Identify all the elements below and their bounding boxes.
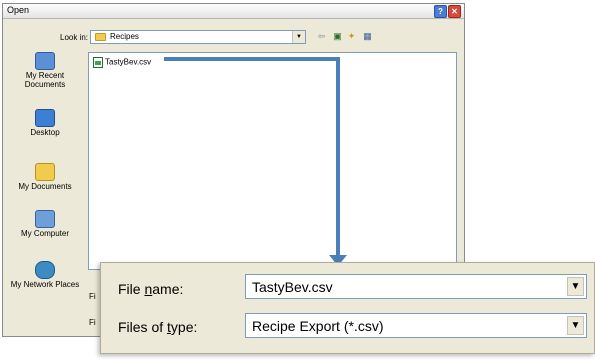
callout-line (164, 57, 339, 61)
file-name-label: File name: (118, 281, 184, 297)
file-type-label: Files of type: (118, 319, 198, 335)
places-bar: My Recent Documents Desktop My Documents… (8, 52, 82, 332)
zoomed-file-fields: File name: TastyBev.csv ▼ Files of type:… (100, 262, 595, 354)
folder-icon (95, 33, 106, 41)
file-list[interactable]: TastyBev.csv (88, 52, 457, 270)
callout-line (336, 57, 340, 257)
file-name-label-partial: Fi (89, 292, 96, 301)
chevron-down-icon[interactable]: ▼ (567, 277, 584, 296)
chevron-down-icon[interactable]: ▼ (567, 316, 584, 335)
file-type-dropdown[interactable]: Recipe Export (*.csv) ▼ (245, 313, 587, 338)
file-type-value: Recipe Export (*.csv) (252, 318, 384, 334)
dialog-toolbar: ⇦ ▣ ✦ ▦ (316, 31, 396, 43)
my-documents-icon (35, 163, 55, 181)
place-label: My Network Places (10, 280, 80, 289)
place-label: Desktop (30, 128, 60, 137)
look-in-value: Recipes (110, 32, 139, 41)
chevron-down-icon[interactable]: ▼ (292, 31, 305, 43)
file-type-label-partial: Fi (89, 318, 96, 327)
place-label: My Recent Documents (24, 71, 66, 89)
new-folder-icon[interactable]: ✦ (346, 31, 357, 42)
file-name: TastyBev.csv (105, 57, 152, 67)
look-in-dropdown[interactable]: Recipes ▼ (90, 30, 306, 44)
place-my-documents[interactable]: My Documents (8, 163, 82, 191)
place-desktop[interactable]: Desktop (8, 109, 82, 137)
views-menu-icon[interactable]: ▦ (362, 31, 373, 42)
desktop-icon (35, 109, 55, 127)
up-folder-icon[interactable]: ▣ (332, 31, 343, 42)
back-arrow-icon[interactable]: ⇦ (316, 31, 327, 42)
look-in-label: Look in: (60, 33, 89, 42)
place-recent-documents[interactable]: My Recent Documents (8, 52, 82, 89)
network-places-icon (35, 261, 55, 279)
title-bar[interactable]: Open ? ✕ (3, 4, 464, 19)
place-my-computer[interactable]: My Computer (8, 210, 82, 238)
close-button[interactable]: ✕ (448, 5, 461, 18)
csv-file-icon (93, 57, 103, 68)
place-network[interactable]: My Network Places (8, 261, 82, 289)
place-label: My Computer (20, 229, 69, 238)
help-button[interactable]: ? (434, 5, 447, 18)
place-label: My Documents (18, 182, 72, 191)
window-title: Open (7, 5, 30, 15)
my-computer-icon (35, 210, 55, 228)
list-item[interactable]: TastyBev.csv (93, 57, 151, 68)
recent-documents-icon (35, 52, 55, 70)
file-name-value: TastyBev.csv (252, 279, 333, 295)
file-name-field[interactable]: TastyBev.csv ▼ (245, 274, 587, 299)
